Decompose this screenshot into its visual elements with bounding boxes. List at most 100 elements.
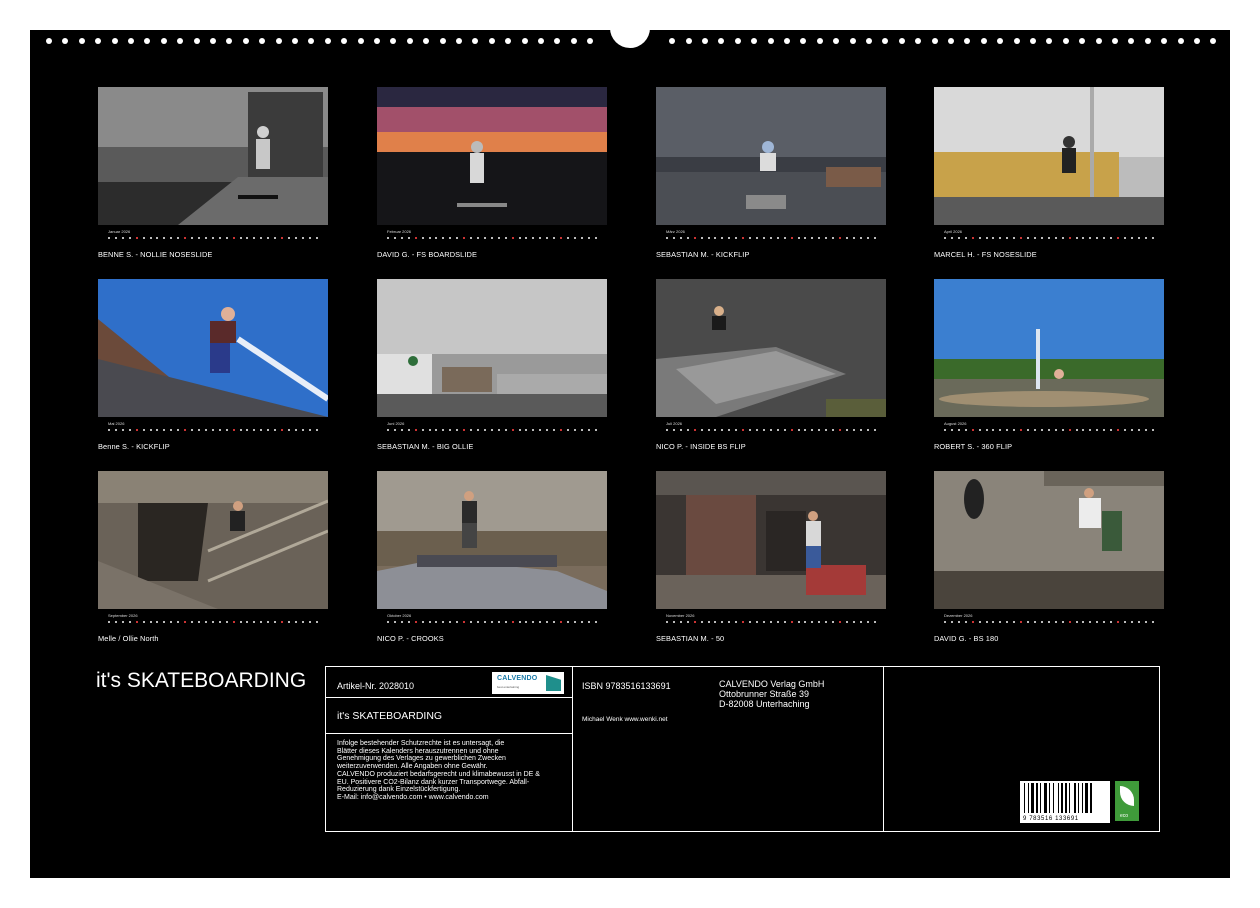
binding-hole — [78, 38, 85, 44]
day-mark — [497, 621, 500, 623]
day-mark — [1137, 237, 1140, 239]
day-mark — [1033, 621, 1036, 623]
day-mark — [1013, 429, 1016, 431]
binding-hole — [1194, 38, 1200, 44]
day-mark — [728, 237, 731, 239]
binding-hole — [997, 38, 1004, 44]
day-mark — [566, 621, 569, 623]
day-mark — [560, 429, 563, 431]
day-mark — [587, 429, 590, 431]
binding-hole — [800, 38, 807, 44]
day-mark — [435, 237, 438, 239]
day-mark — [776, 429, 779, 431]
day-mark — [407, 237, 410, 239]
day-mark — [580, 621, 583, 623]
binding-hole — [439, 38, 446, 44]
day-mark — [818, 621, 821, 623]
day-mark — [944, 237, 946, 239]
day-mark — [490, 429, 493, 431]
day-mark — [407, 429, 410, 431]
day-mark — [400, 621, 403, 623]
binding-hole — [882, 38, 889, 44]
day-mark — [511, 237, 514, 239]
day-mark — [735, 429, 738, 431]
day-mark — [546, 621, 549, 623]
day-mark — [204, 237, 207, 239]
day-mark — [393, 237, 396, 239]
day-mark — [1117, 429, 1120, 431]
day-mark — [225, 621, 228, 623]
day-mark — [274, 621, 277, 623]
day-mark — [1123, 621, 1126, 623]
barcode-bar — [1069, 783, 1070, 813]
photo-caption: DAVID G. - BS 180 — [934, 634, 999, 643]
binding-hole — [554, 38, 561, 44]
calendar-subtitle: it's SKATEBOARDING — [337, 710, 443, 722]
day-mark — [525, 621, 528, 623]
day-mark — [456, 237, 459, 239]
day-mark — [1123, 429, 1126, 431]
day-mark — [964, 237, 967, 239]
day-mark — [476, 237, 479, 239]
day-mark — [873, 429, 876, 431]
skate-photo — [377, 279, 607, 417]
day-mark — [804, 237, 807, 239]
day-mark — [749, 237, 752, 239]
day-mark — [845, 429, 848, 431]
day-mark — [128, 429, 131, 431]
barcode-bar — [1053, 783, 1054, 813]
day-mark — [707, 429, 710, 431]
binding-hole — [1161, 38, 1168, 44]
day-mark — [197, 429, 200, 431]
day-mark — [532, 621, 535, 623]
day-mark — [253, 429, 256, 431]
legal-line: Reduzierung dank Einzelstückfertigung. — [337, 786, 461, 794]
binding-hole — [456, 38, 462, 44]
legal-line: Genehmigung des Verlages zu gewerblichen… — [337, 755, 506, 763]
binding-hole — [390, 38, 397, 44]
day-mark — [470, 621, 473, 623]
day-mark — [693, 237, 696, 239]
day-mark — [435, 429, 438, 431]
photo-caption: MARCEL H. - FS NOSESLIDE — [934, 250, 1037, 259]
legal-line: CALVENDO produziert bedarfsgerecht und k… — [337, 770, 540, 778]
binding-hole — [521, 38, 528, 44]
day-mark — [1068, 621, 1071, 623]
day-mark — [400, 429, 403, 431]
day-mark — [156, 429, 159, 431]
day-mark — [1082, 237, 1085, 239]
day-mark — [832, 429, 835, 431]
day-mark — [964, 621, 967, 623]
day-mark — [797, 621, 800, 623]
day-mark — [239, 621, 242, 623]
day-mark — [749, 429, 752, 431]
day-grid — [944, 621, 1154, 623]
barcode-bar — [1024, 783, 1025, 813]
day-mark — [135, 237, 138, 239]
day-mark — [197, 237, 200, 239]
day-mark — [267, 621, 270, 623]
day-mark — [728, 621, 731, 623]
day-mark — [790, 429, 793, 431]
day-mark — [191, 429, 194, 431]
day-mark — [211, 237, 214, 239]
day-mark — [135, 429, 138, 431]
day-mark — [873, 621, 876, 623]
binding-hole — [702, 38, 708, 44]
day-mark — [156, 237, 159, 239]
day-mark — [308, 237, 311, 239]
day-mark — [1096, 237, 1099, 239]
article-number: Artikel-Nr. 2028010 — [337, 681, 415, 691]
day-mark — [546, 429, 549, 431]
barcode-bar — [1085, 783, 1088, 813]
day-mark — [470, 237, 473, 239]
day-mark — [992, 429, 995, 431]
day-mark — [128, 621, 131, 623]
day-mark — [539, 237, 542, 239]
skate-photo — [377, 87, 607, 225]
day-mark — [511, 621, 514, 623]
day-mark — [239, 429, 242, 431]
day-mark — [260, 429, 263, 431]
day-mark — [287, 237, 290, 239]
day-mark — [497, 429, 500, 431]
